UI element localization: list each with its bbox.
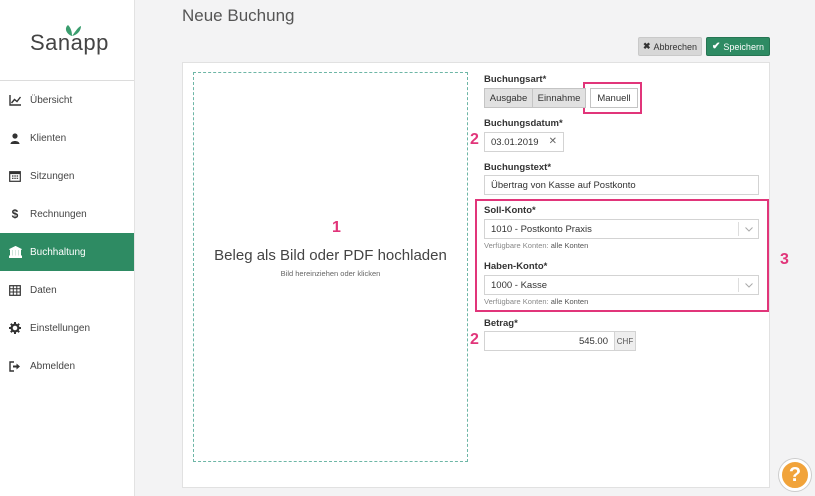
help-icon: ? bbox=[788, 463, 802, 486]
clear-icon[interactable]: ✕ bbox=[549, 136, 557, 147]
sidebar-item-label: Sitzungen bbox=[30, 170, 75, 182]
save-button-label: Speichern bbox=[723, 41, 764, 52]
betrag-input[interactable]: 545.00 bbox=[484, 331, 615, 351]
soll-konto-label: Soll-Konto* bbox=[484, 205, 536, 216]
cancel-button-label: Abbrechen bbox=[653, 41, 698, 52]
sidebar-nav: Übersicht Klienten Sitzungen $ Rechnunge… bbox=[0, 81, 134, 385]
sidebar-item-label: Klienten bbox=[30, 132, 67, 144]
sidebar-item-label: Buchhaltung bbox=[30, 246, 86, 258]
table-icon bbox=[8, 283, 22, 297]
sidebar-item-abmelden[interactable]: Abmelden bbox=[0, 347, 134, 385]
haben-konto-hint-value: alle Konten bbox=[550, 297, 589, 306]
logo-text: Sanapp bbox=[30, 30, 109, 55]
buchungsdatum-value: 03.01.2019 bbox=[491, 136, 539, 148]
save-button[interactable]: ✔ Speichern bbox=[706, 37, 770, 56]
cancel-button[interactable]: ✖ Abbrechen bbox=[638, 37, 702, 56]
chevron-down-icon bbox=[738, 222, 758, 236]
bank-icon bbox=[8, 245, 22, 259]
dollar-icon: $ bbox=[11, 207, 19, 221]
sidebar-item-label: Einstellungen bbox=[30, 322, 91, 334]
haben-konto-value: 1000 - Kasse bbox=[491, 279, 547, 291]
currency-addon: CHF bbox=[614, 331, 636, 351]
sidebar-item-label: Daten bbox=[30, 284, 57, 296]
sidebar-item-rechnungen[interactable]: $ Rechnungen bbox=[0, 195, 134, 233]
upload-title: Beleg als Bild oder PDF hochladen bbox=[214, 247, 447, 264]
haben-konto-hint: Verfügbare Konten: alle Konten bbox=[484, 297, 588, 306]
calendar-icon bbox=[8, 169, 22, 183]
annotation-2-amount: 2 bbox=[470, 331, 479, 348]
buchungsdatum-input[interactable]: 03.01.2019 ✕ bbox=[484, 132, 564, 152]
annotation-1: 1 bbox=[332, 219, 341, 236]
sidebar-item-sitzungen[interactable]: Sitzungen bbox=[0, 157, 134, 195]
logo[interactable]: Sanapp bbox=[0, 0, 134, 81]
page-title: Neue Buchung bbox=[182, 6, 295, 25]
buchungstext-input[interactable]: Übertrag von Kasse auf Postkonto bbox=[484, 175, 759, 195]
sidebar-item-label: Abmelden bbox=[30, 360, 76, 372]
buchungsart-manuell[interactable]: Manuell bbox=[590, 88, 638, 108]
haben-konto-select[interactable]: 1000 - Kasse bbox=[484, 275, 759, 295]
buchungsdatum-label: Buchungsdatum* bbox=[484, 118, 563, 129]
sidebar-item-einstellungen[interactable]: Einstellungen bbox=[0, 309, 134, 347]
betrag-label: Betrag* bbox=[484, 318, 518, 329]
buchungsart-label: Buchungsart* bbox=[484, 74, 547, 85]
close-icon: ✖ bbox=[642, 41, 651, 51]
haben-konto-label: Haben-Konto* bbox=[484, 261, 548, 272]
chevron-down-icon bbox=[738, 278, 758, 292]
chart-line-icon bbox=[8, 93, 22, 107]
sidebar-item-label: Übersicht bbox=[30, 94, 73, 106]
buchungstext-value: Übertrag von Kasse auf Postkonto bbox=[491, 179, 636, 191]
help-button[interactable]: ? bbox=[779, 459, 811, 491]
gear-icon bbox=[8, 321, 22, 335]
haben-konto-hint-prefix: Verfügbare Konten: bbox=[484, 297, 549, 306]
sidebar-item-klienten[interactable]: Klienten bbox=[0, 119, 134, 157]
annotation-2-date: 2 bbox=[470, 131, 479, 148]
sidebar-item-uebersicht[interactable]: Übersicht bbox=[0, 81, 134, 119]
sidebar-item-daten[interactable]: Daten bbox=[0, 271, 134, 309]
soll-konto-value: 1010 - Postkonto Praxis bbox=[491, 223, 592, 235]
check-icon: ✔ bbox=[712, 41, 721, 52]
buchungsart-ausgabe[interactable]: Ausgabe bbox=[484, 88, 533, 108]
soll-konto-hint: Verfügbare Konten: alle Konten bbox=[484, 241, 588, 250]
sign-out-icon bbox=[8, 359, 22, 373]
soll-konto-select[interactable]: 1010 - Postkonto Praxis bbox=[484, 219, 759, 239]
betrag-value: 545.00 bbox=[578, 335, 608, 347]
buchungsart-segmented: Ausgabe Einnahme Manuell bbox=[484, 88, 638, 108]
user-icon bbox=[8, 131, 22, 145]
annotation-3: 3 bbox=[780, 251, 789, 268]
upload-dropzone[interactable]: Beleg als Bild oder PDF hochladen Bild h… bbox=[193, 72, 468, 462]
sidebar-item-label: Rechnungen bbox=[30, 208, 87, 220]
upload-subtitle: Bild hereinziehen oder klicken bbox=[280, 269, 381, 278]
sidebar: Sanapp Übersicht Klienten Sitzungen $ Re… bbox=[0, 0, 135, 496]
soll-konto-hint-value: alle Konten bbox=[550, 241, 589, 250]
sidebar-item-buchhaltung[interactable]: Buchhaltung bbox=[0, 233, 134, 271]
soll-konto-hint-prefix: Verfügbare Konten: bbox=[484, 241, 549, 250]
buchungstext-label: Buchungstext* bbox=[484, 162, 552, 173]
buchungsart-einnahme[interactable]: Einnahme bbox=[533, 88, 586, 108]
